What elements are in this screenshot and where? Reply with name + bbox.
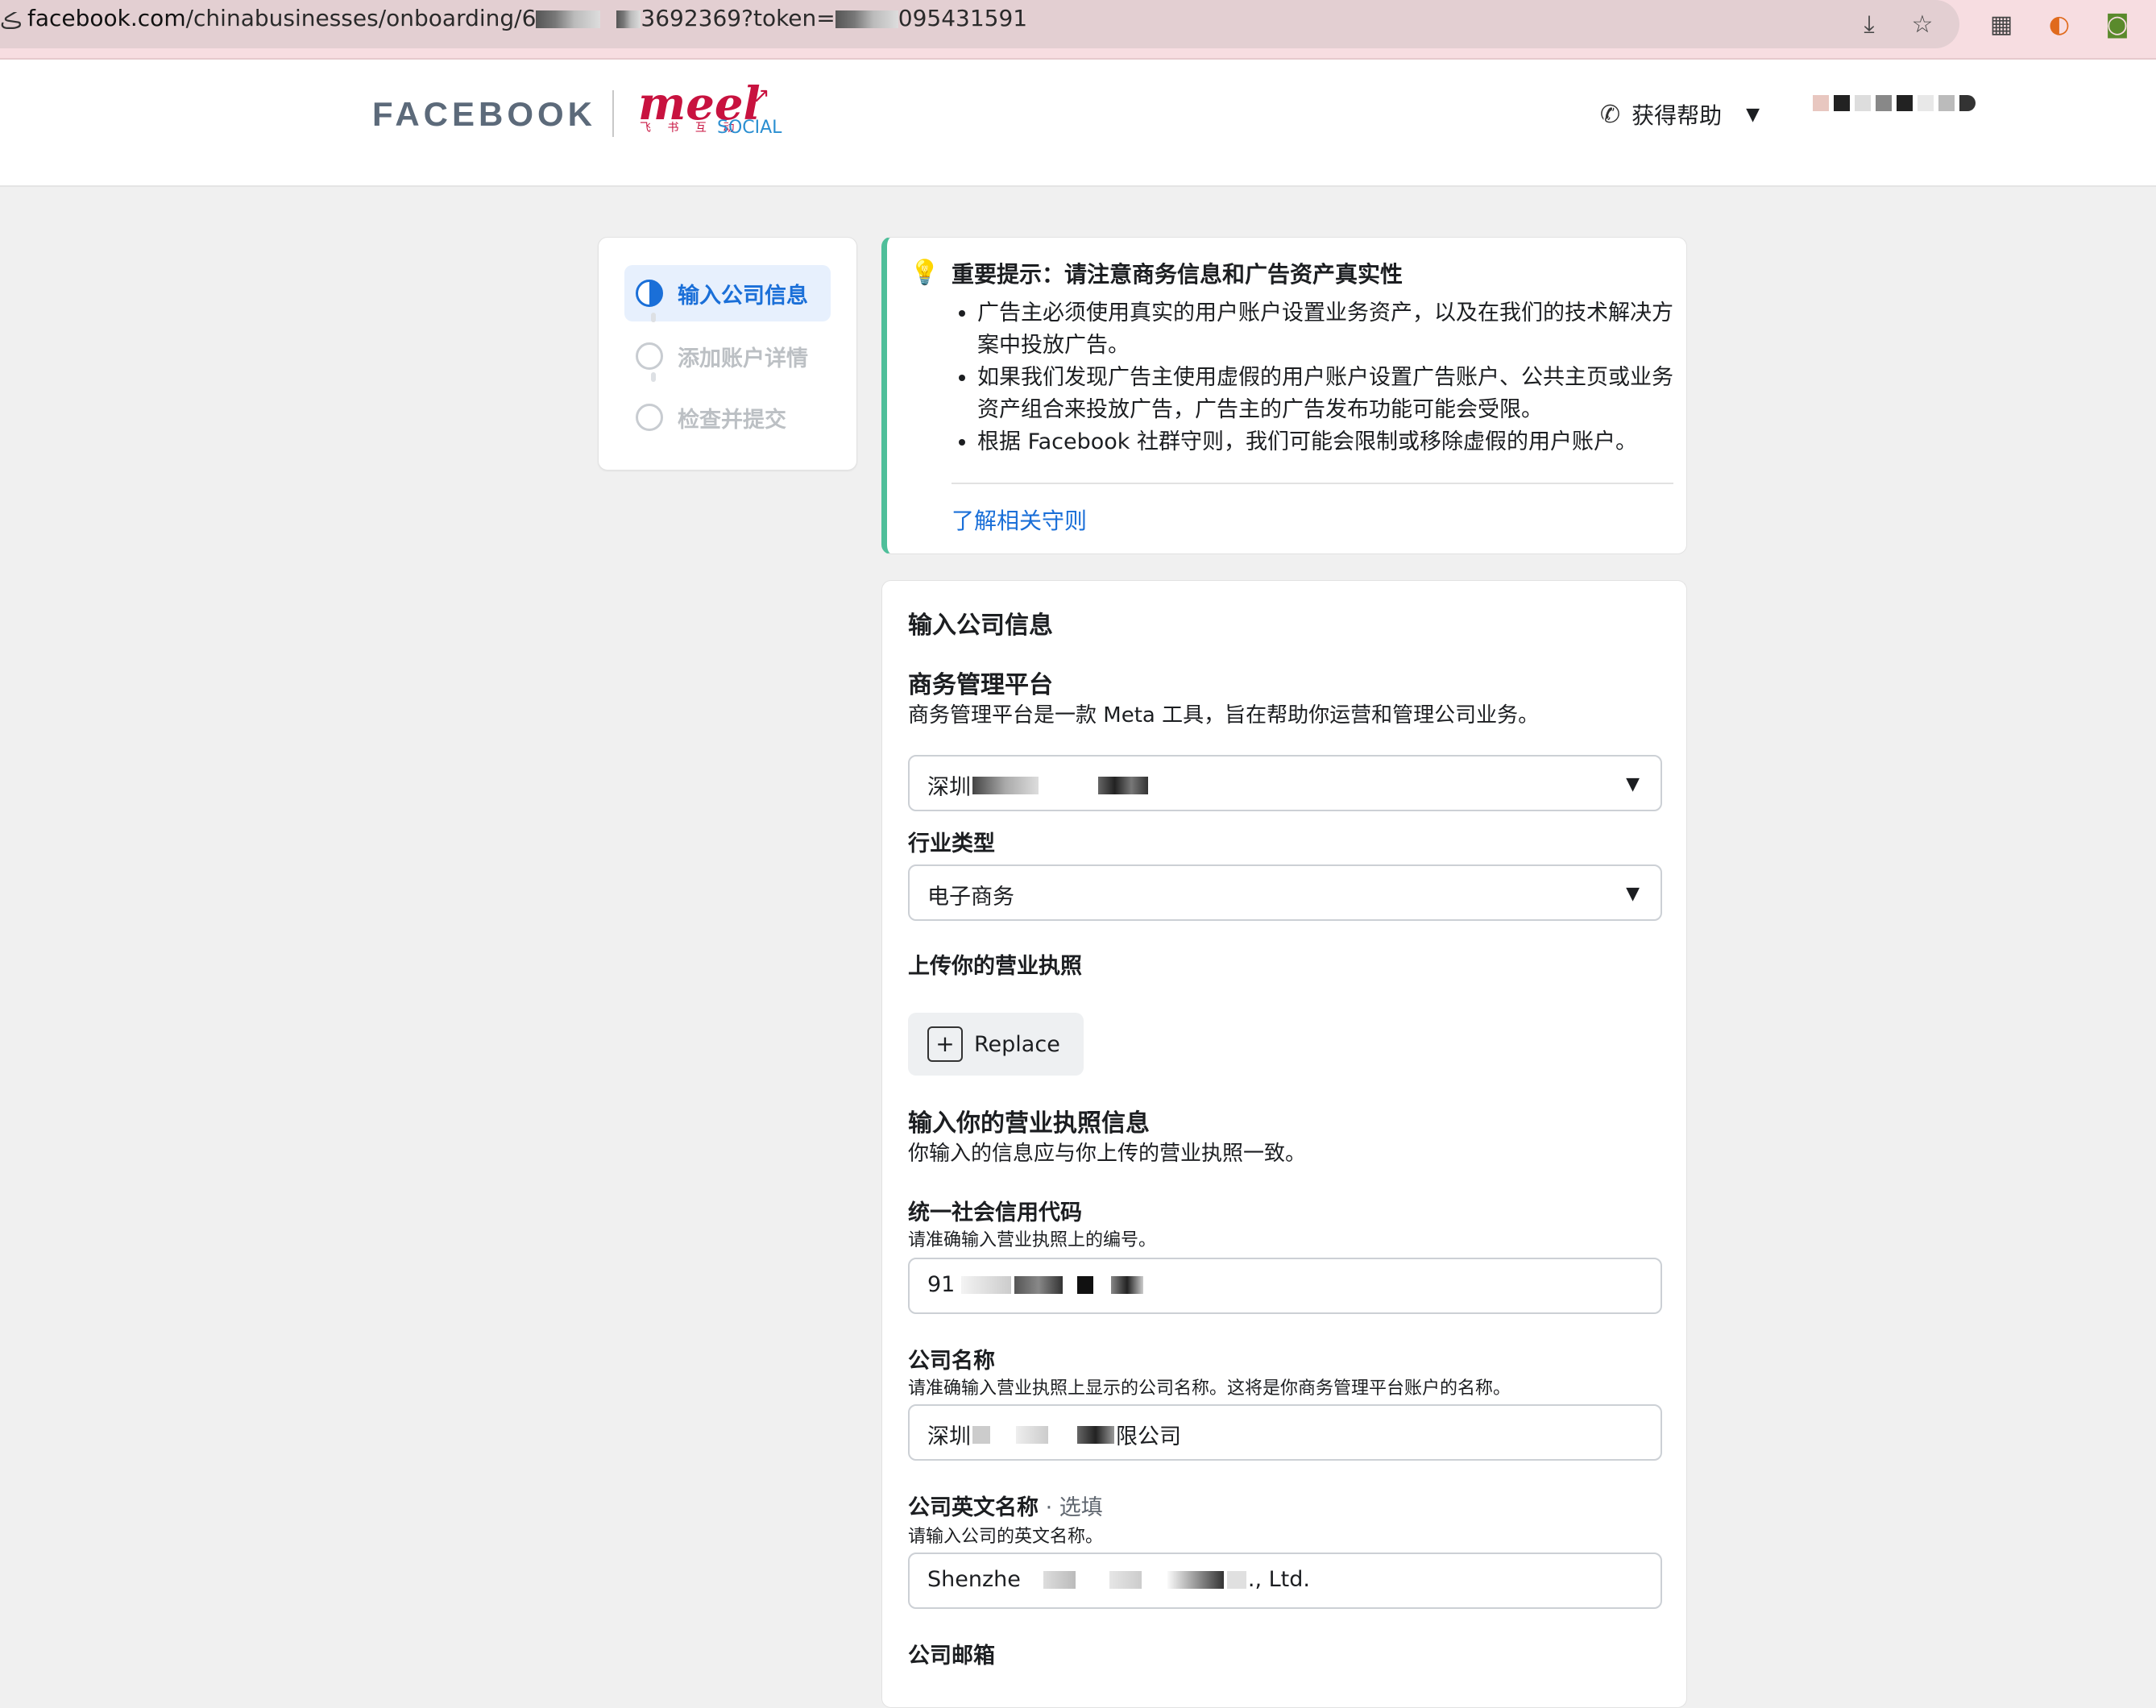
redacted-segment bbox=[1938, 95, 1955, 111]
redacted-segment bbox=[1111, 1275, 1144, 1294]
company-name-label: 公司名称 bbox=[908, 1349, 995, 1374]
redacted-segment bbox=[1834, 95, 1850, 111]
glasses-icon[interactable]: ◙ bbox=[2101, 8, 2133, 40]
logo-divider bbox=[612, 90, 614, 137]
lightbulb-icon: 💡 bbox=[910, 259, 940, 287]
step-connector bbox=[651, 313, 656, 322]
notice-item: 如果我们发现广告主使用虚假的用户账户设置广告账户、公共主页或业务资产组合来投放广… bbox=[977, 362, 1686, 426]
url-text[interactable]: facebook.com/chinabusinesses/onboarding/… bbox=[27, 5, 1027, 31]
button-label: Replace bbox=[974, 1031, 1060, 1057]
step-label: 添加账户详情 bbox=[678, 346, 808, 371]
redacted-segment bbox=[1855, 95, 1871, 111]
star-icon[interactable]: ☆ bbox=[1906, 8, 1938, 40]
company-name-input[interactable]: 深圳 限公司 bbox=[908, 1404, 1662, 1461]
browser-toolbar: ڪ facebook.com/chinabusinesses/onboardin… bbox=[0, 0, 2156, 60]
notice-item: 根据 Facebook 社群守则，我们可能会限制或移除虚假的用户账户。 bbox=[977, 426, 1686, 458]
learn-guidelines-link[interactable]: 了解相关守则 bbox=[952, 504, 1087, 536]
step-progress-icon bbox=[636, 280, 663, 307]
company-email-label: 公司邮箱 bbox=[908, 1644, 995, 1669]
credit-code-label: 统一社会信用代码 bbox=[908, 1200, 1082, 1225]
notice-title: 重要提示：请注意商务信息和广告资产真实性 bbox=[952, 261, 1403, 288]
redacted-segment bbox=[1876, 95, 1892, 111]
license-info-title: 输入你的营业执照信息 bbox=[908, 1109, 1150, 1138]
input-value: 深圳 限公司 bbox=[927, 1424, 1181, 1449]
redacted-segment bbox=[972, 1425, 990, 1444]
help-menu[interactable]: ✆ 获得帮助 ▼ bbox=[1600, 98, 1760, 131]
input-value: 91 bbox=[927, 1272, 1145, 1297]
site-info-icon[interactable]: ڪ bbox=[0, 10, 22, 34]
install-icon[interactable]: ⤓ bbox=[1853, 8, 1885, 40]
site-header: FACEBOOK meel ↗ 飞 书 互 动 SOCIAL ✆ 获得帮助 ▼ bbox=[0, 60, 2156, 187]
redacted-segment bbox=[1226, 1570, 1246, 1589]
divider bbox=[952, 483, 1673, 484]
business-manager-select[interactable]: 深圳 ▼ bbox=[908, 755, 1662, 811]
account-menu[interactable] bbox=[1813, 95, 1976, 111]
redacted-segment bbox=[1077, 1425, 1114, 1444]
bm-description: 商务管理平台是一款 Meta 工具，旨在帮助你运营和管理公司业务。 bbox=[908, 703, 1540, 728]
company-name-hint: 请准确输入营业执照上显示的公司名称。这将是你商务管理平台账户的名称。 bbox=[908, 1378, 1511, 1399]
qr-icon[interactable]: ▦ bbox=[1985, 8, 2017, 40]
redacted-segment bbox=[616, 10, 641, 28]
input-value: Shenzhe ., Ltd. bbox=[927, 1567, 1310, 1592]
english-name-hint: 请输入公司的英文名称。 bbox=[908, 1527, 1104, 1547]
step-connector bbox=[651, 372, 656, 382]
notice-list: 广告主必须使用真实的用户账户设置业务资产，以及在我们的技术解决方案中投放广告。 … bbox=[952, 297, 1686, 458]
company-info-form: 输入公司信息 商务管理平台 商务管理平台是一款 Meta 工具，旨在帮助你运营和… bbox=[881, 580, 1687, 1708]
avatar bbox=[1813, 95, 1829, 111]
bm-title: 商务管理平台 bbox=[908, 671, 1053, 699]
redacted-segment bbox=[1077, 1275, 1094, 1294]
credit-code-input[interactable]: 91 bbox=[908, 1258, 1662, 1314]
step-label: 检查并提交 bbox=[678, 407, 786, 433]
redacted-segment bbox=[1016, 1425, 1048, 1444]
partner-logo-arrow-icon: ↗ bbox=[753, 84, 770, 108]
redacted-segment bbox=[1043, 1570, 1076, 1589]
onboarding-stepper: 输入公司信息 添加账户详情 检查并提交 bbox=[598, 237, 857, 471]
industry-select[interactable]: 电子商务 ▼ bbox=[908, 864, 1662, 921]
step-circle-icon bbox=[636, 404, 663, 431]
step-label: 输入公司信息 bbox=[678, 283, 808, 309]
english-name-label: 公司英文名称 · 选填 bbox=[908, 1495, 1103, 1520]
dropdown-caret-icon: ▼ bbox=[1626, 884, 1640, 904]
redacted-segment bbox=[1109, 1570, 1142, 1589]
redacted-segment bbox=[1897, 95, 1913, 111]
dropdown-caret-icon: ▼ bbox=[1626, 774, 1640, 794]
select-value: 电子商务 bbox=[927, 885, 1014, 910]
facebook-logo[interactable]: FACEBOOK bbox=[372, 95, 596, 134]
english-name-input[interactable]: Shenzhe ., Ltd. bbox=[908, 1553, 1662, 1609]
replace-license-button[interactable]: + Replace bbox=[908, 1013, 1084, 1076]
redacted-segment bbox=[1918, 95, 1934, 111]
extension-icon[interactable]: ◐ bbox=[2043, 8, 2075, 40]
redacted-segment bbox=[835, 10, 898, 28]
license-info-description: 你输入的信息应与你上传的营业执照一致。 bbox=[908, 1142, 1307, 1166]
industry-label: 行业类型 bbox=[908, 831, 995, 856]
step-circle-icon bbox=[636, 342, 663, 370]
notice-item: 广告主必须使用真实的用户账户设置业务资产，以及在我们的技术解决方案中投放广告。 bbox=[977, 297, 1686, 362]
redacted-segment bbox=[972, 776, 1039, 794]
redacted-segment bbox=[1014, 1275, 1063, 1294]
redacted-segment bbox=[1959, 95, 1976, 111]
credit-code-hint: 请准确输入营业执照上的编号。 bbox=[908, 1230, 1157, 1250]
partner-logo-social: SOCIAL bbox=[717, 118, 782, 138]
redacted-segment bbox=[536, 10, 601, 28]
help-label: 获得帮助 bbox=[1632, 102, 1723, 129]
redacted-segment bbox=[1167, 1570, 1224, 1589]
upload-license-label: 上传你的营业执照 bbox=[908, 954, 1082, 979]
section-title: 输入公司信息 bbox=[908, 611, 1053, 640]
step-review-submit[interactable]: 检查并提交 bbox=[624, 389, 831, 446]
important-notice: 💡 重要提示：请注意商务信息和广告资产真实性 广告主必须使用真实的用户账户设置业… bbox=[881, 237, 1687, 554]
add-image-icon: + bbox=[927, 1026, 963, 1062]
phone-icon: ✆ bbox=[1600, 100, 1621, 129]
caret-down-icon: ▼ bbox=[1746, 104, 1760, 125]
address-bar[interactable]: ڪ facebook.com/chinabusinesses/onboardin… bbox=[0, 0, 1959, 48]
select-value: 深圳 bbox=[927, 769, 1150, 801]
redacted-segment bbox=[961, 1275, 1012, 1294]
redacted-segment bbox=[1098, 776, 1148, 794]
